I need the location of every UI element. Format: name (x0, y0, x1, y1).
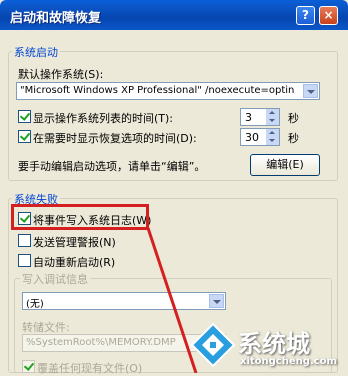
edit-button[interactable]: 编辑(E) (250, 154, 320, 176)
show-list-seconds-value: 3 (245, 111, 252, 124)
auto-restart-checkbox[interactable] (18, 254, 31, 267)
close-button[interactable]: × (319, 6, 338, 25)
watermark-logo-icon (190, 322, 236, 368)
watermark-brand: 系统城 (238, 330, 310, 358)
debug-mode-select[interactable]: (无) (22, 292, 226, 310)
help-button[interactable]: ? (296, 6, 315, 25)
default-os-label: 默认操作系统(S): (18, 68, 104, 81)
highlight-box (11, 204, 149, 230)
overwrite-checkbox[interactable] (22, 360, 35, 373)
spinner-arrows-icon[interactable] (266, 129, 279, 145)
edit-button-label: 编辑(E) (266, 158, 304, 171)
window-title: 启动和故障恢复 (10, 11, 102, 26)
chevron-down-icon[interactable] (303, 84, 318, 98)
show-recovery-seconds-value: 30 (245, 131, 259, 144)
close-icon: × (323, 8, 334, 22)
edit-hint: 要手动编辑启动选项，请单击“编辑”。 (18, 160, 206, 173)
show-list-seconds-unit: 秒 (288, 112, 299, 125)
spinner-arrows-icon[interactable] (266, 109, 279, 125)
show-list-seconds-input[interactable]: 3 (240, 108, 280, 126)
watermark-url: xitongcheng.com (240, 356, 337, 367)
chevron-down-icon[interactable] (209, 294, 224, 308)
send-alert-label: 发送管理警报(N) (33, 236, 116, 249)
show-recovery-seconds-input[interactable]: 30 (240, 128, 280, 146)
help-icon: ? (302, 8, 309, 22)
send-alert-checkbox[interactable] (18, 234, 31, 247)
dump-file-label: 转储文件: (22, 321, 70, 334)
title-bar: 启动和故障恢复 ? × (0, 0, 348, 30)
show-recovery-checkbox[interactable] (18, 130, 31, 143)
show-recovery-seconds-unit: 秒 (288, 132, 299, 145)
watermark: 系统城 xitongcheng.com (190, 318, 348, 373)
startup-group-label: 系统启动 (12, 44, 60, 60)
show-list-checkbox[interactable] (18, 110, 31, 123)
default-os-value: "Microsoft Windows XP Professional" /noe… (20, 85, 295, 96)
show-list-label: 显示操作系统列表的时间(T): (33, 112, 174, 125)
debug-group-label: 写入调试信息 (20, 271, 90, 287)
default-os-select[interactable]: "Microsoft Windows XP Professional" /noe… (16, 82, 320, 100)
dump-file-value: %SystemRoot%\MEMORY.DMP (26, 337, 176, 348)
debug-mode-value: (无) (26, 299, 44, 310)
auto-restart-label: 自动重新启动(R) (33, 256, 116, 269)
show-recovery-label: 在需要时显示恢复选项的时间(D): (33, 132, 197, 145)
overwrite-label: 覆盖任何现有文件(O) (37, 362, 143, 375)
